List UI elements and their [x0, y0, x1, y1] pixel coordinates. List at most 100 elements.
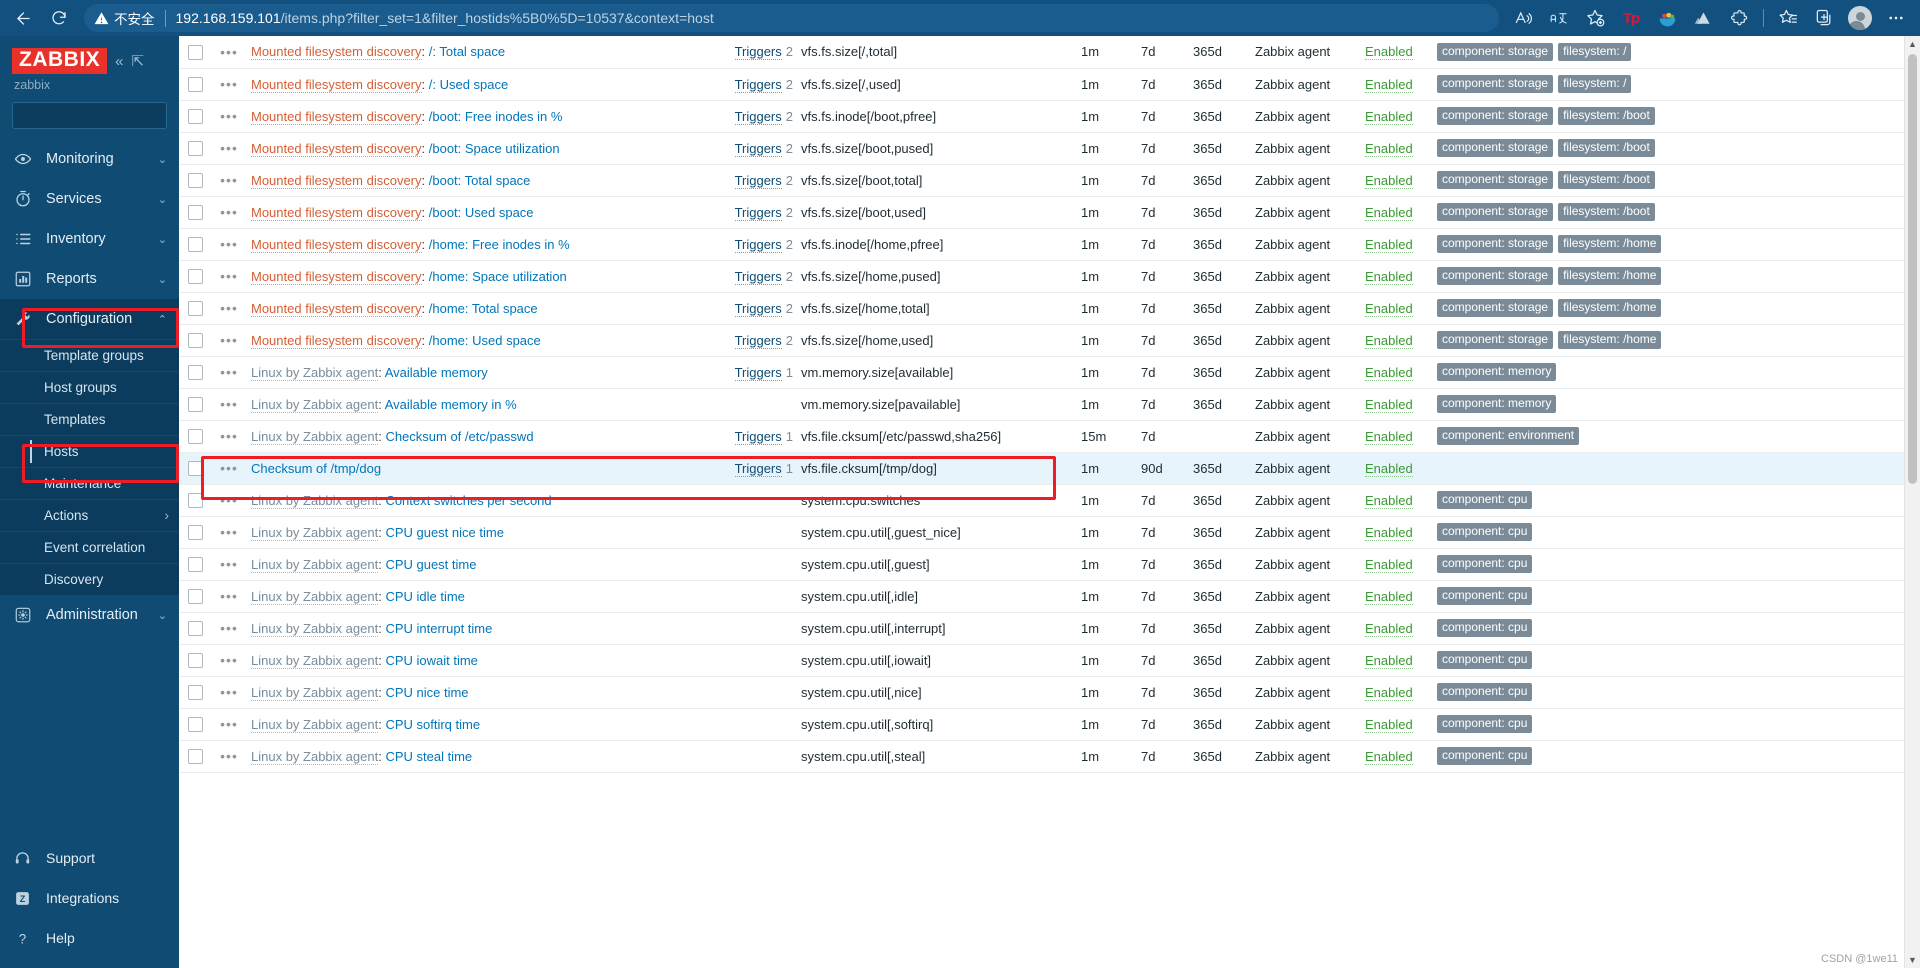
tag-pill[interactable]: component: storage [1437, 170, 1554, 190]
tag-pill[interactable]: filesystem: /home [1558, 330, 1662, 350]
row-checkbox[interactable] [187, 333, 203, 349]
status-badge[interactable]: Enabled [1365, 716, 1413, 733]
item-name-link[interactable]: CPU nice time [385, 685, 468, 700]
tag-pill[interactable]: filesystem: /home [1558, 266, 1662, 286]
discovery-rule-link[interactable]: Mounted filesystem discovery [251, 140, 422, 157]
more-options-icon[interactable]: ••• [220, 684, 238, 700]
table-row[interactable]: ••• Linux by Zabbix agent: Checksum of /e… [179, 420, 1920, 453]
sidebar-item-monitoring[interactable]: Monitoring ⌄ [0, 139, 179, 179]
more-options-icon[interactable]: ••• [220, 396, 238, 412]
hide-sidebar-icon[interactable]: ⇱ [132, 52, 145, 70]
status-badge[interactable]: Enabled [1365, 268, 1413, 285]
status-badge[interactable]: Enabled [1365, 652, 1413, 669]
triggers-link[interactable]: Triggers [734, 236, 782, 253]
template-link[interactable]: Linux by Zabbix agent [251, 748, 379, 765]
tag-pill[interactable]: component: storage [1437, 106, 1554, 126]
sidebar-search[interactable] [12, 102, 181, 130]
tag-pill[interactable]: filesystem: / [1558, 42, 1632, 61]
read-aloud-icon[interactable] [1507, 3, 1539, 33]
sidebar-subitem-template-groups[interactable]: Template groups [0, 339, 179, 371]
tag-pill[interactable]: component: storage [1437, 234, 1554, 254]
status-badge[interactable]: Enabled [1365, 524, 1413, 541]
status-badge[interactable]: Enabled [1365, 172, 1413, 189]
discovery-rule-link[interactable]: Mounted filesystem discovery [251, 172, 422, 189]
template-link[interactable]: Linux by Zabbix agent [251, 556, 379, 573]
more-options-icon[interactable]: ••• [220, 364, 238, 380]
tag-pill[interactable]: component: cpu [1437, 714, 1533, 734]
translate-icon[interactable] [1543, 3, 1575, 33]
sidebar-subitem-actions[interactable]: Actions › [0, 499, 179, 531]
more-options-icon[interactable]: ••• [220, 300, 238, 316]
item-name-link[interactable]: CPU steal time [385, 749, 472, 764]
scrollbar-thumb[interactable] [1908, 54, 1917, 484]
sidebar-subitem-event-correlation[interactable]: Event correlation [0, 531, 179, 563]
table-row[interactable]: ••• Mounted filesystem discovery: /home: … [179, 324, 1920, 357]
table-row[interactable]: ••• Linux by Zabbix agent: Available memo… [179, 356, 1920, 389]
triggers-link[interactable]: Triggers [734, 268, 782, 285]
template-link[interactable]: Linux by Zabbix agent [251, 716, 379, 733]
row-checkbox[interactable] [187, 749, 203, 765]
tag-pill[interactable]: component: cpu [1437, 682, 1533, 702]
tag-pill[interactable]: filesystem: /boot [1558, 170, 1655, 190]
status-badge[interactable]: Enabled [1365, 396, 1413, 413]
status-badge[interactable]: Enabled [1365, 204, 1413, 221]
row-checkbox[interactable] [187, 173, 203, 189]
row-checkbox[interactable] [187, 77, 203, 93]
tag-pill[interactable]: component: cpu [1437, 586, 1533, 606]
item-name-link[interactable]: /home: Free inodes in % [429, 237, 570, 252]
triggers-link[interactable]: Triggers [734, 300, 782, 317]
more-options-icon[interactable]: ••• [220, 140, 238, 156]
item-name-link[interactable]: /home: Used space [429, 333, 541, 348]
status-badge[interactable]: Enabled [1365, 236, 1413, 253]
tag-pill[interactable]: filesystem: /boot [1558, 202, 1655, 222]
row-checkbox[interactable] [187, 44, 203, 60]
row-checkbox[interactable] [187, 429, 203, 445]
tag-pill[interactable]: filesystem: /home [1558, 234, 1662, 254]
tag-pill[interactable]: component: cpu [1437, 490, 1533, 510]
table-row[interactable]: ••• Mounted filesystem discovery: /home: … [179, 292, 1920, 325]
template-link[interactable]: Linux by Zabbix agent [251, 428, 379, 445]
sidebar-item-help[interactable]: ? Help [0, 918, 179, 958]
row-checkbox[interactable] [187, 141, 203, 157]
more-options-icon[interactable]: ••• [220, 332, 238, 348]
address-bar[interactable]: 不安全 192.168.159.101/items.php?filter_set… [84, 4, 1499, 32]
template-link[interactable]: Linux by Zabbix agent [251, 396, 379, 413]
collapse-sidebar-icon[interactable]: « [115, 53, 123, 70]
status-badge[interactable]: Enabled [1365, 492, 1413, 509]
more-options-icon[interactable]: ••• [220, 204, 238, 220]
table-row[interactable]: ••• Linux by Zabbix agent: Context switch… [179, 484, 1920, 517]
item-name-link[interactable]: Checksum of /etc/passwd [385, 429, 533, 444]
item-name-link[interactable]: /: Used space [429, 77, 509, 92]
table-row[interactable]: ••• Linux by Zabbix agent: CPU guest nice… [179, 516, 1920, 549]
template-link[interactable]: Linux by Zabbix agent [251, 492, 379, 509]
template-link[interactable]: Linux by Zabbix agent [251, 524, 379, 541]
triggers-link[interactable]: Triggers [734, 172, 782, 189]
tag-pill[interactable]: component: memory [1437, 394, 1557, 414]
triggers-link[interactable]: Triggers [734, 204, 782, 221]
tag-pill[interactable]: component: storage [1437, 138, 1554, 158]
tag-pill[interactable]: component: environment [1437, 426, 1580, 446]
item-name-link[interactable]: Context switches per second [385, 493, 551, 508]
triggers-link[interactable]: Triggers [734, 332, 782, 349]
row-checkbox[interactable] [187, 589, 203, 605]
discovery-rule-link[interactable]: Mounted filesystem discovery [251, 268, 422, 285]
sidebar-item-inventory[interactable]: Inventory ⌄ [0, 219, 179, 259]
vertical-scrollbar[interactable]: ▲ ▼ [1904, 36, 1920, 968]
item-name-link[interactable]: Available memory in % [385, 397, 517, 412]
tag-pill[interactable]: component: cpu [1437, 618, 1533, 638]
row-checkbox[interactable] [187, 685, 203, 701]
sidebar-item-support[interactable]: Support [0, 838, 179, 878]
table-row[interactable]: ••• Linux by Zabbix agent: CPU interrupt … [179, 612, 1920, 645]
status-badge[interactable]: Enabled [1365, 44, 1413, 61]
item-name-link[interactable]: /boot: Free inodes in % [429, 109, 563, 124]
more-options-icon[interactable]: ••• [220, 748, 238, 764]
status-badge[interactable]: Enabled [1365, 140, 1413, 157]
row-checkbox[interactable] [187, 301, 203, 317]
item-name-link[interactable]: CPU idle time [385, 589, 464, 604]
discovery-rule-link[interactable]: Mounted filesystem discovery [251, 332, 422, 349]
more-options-icon[interactable]: ••• [220, 620, 238, 636]
triggers-link[interactable]: Triggers [734, 108, 782, 125]
row-checkbox[interactable] [187, 557, 203, 573]
more-options-icon[interactable]: ••• [220, 716, 238, 732]
favorites-icon[interactable] [1772, 3, 1804, 33]
